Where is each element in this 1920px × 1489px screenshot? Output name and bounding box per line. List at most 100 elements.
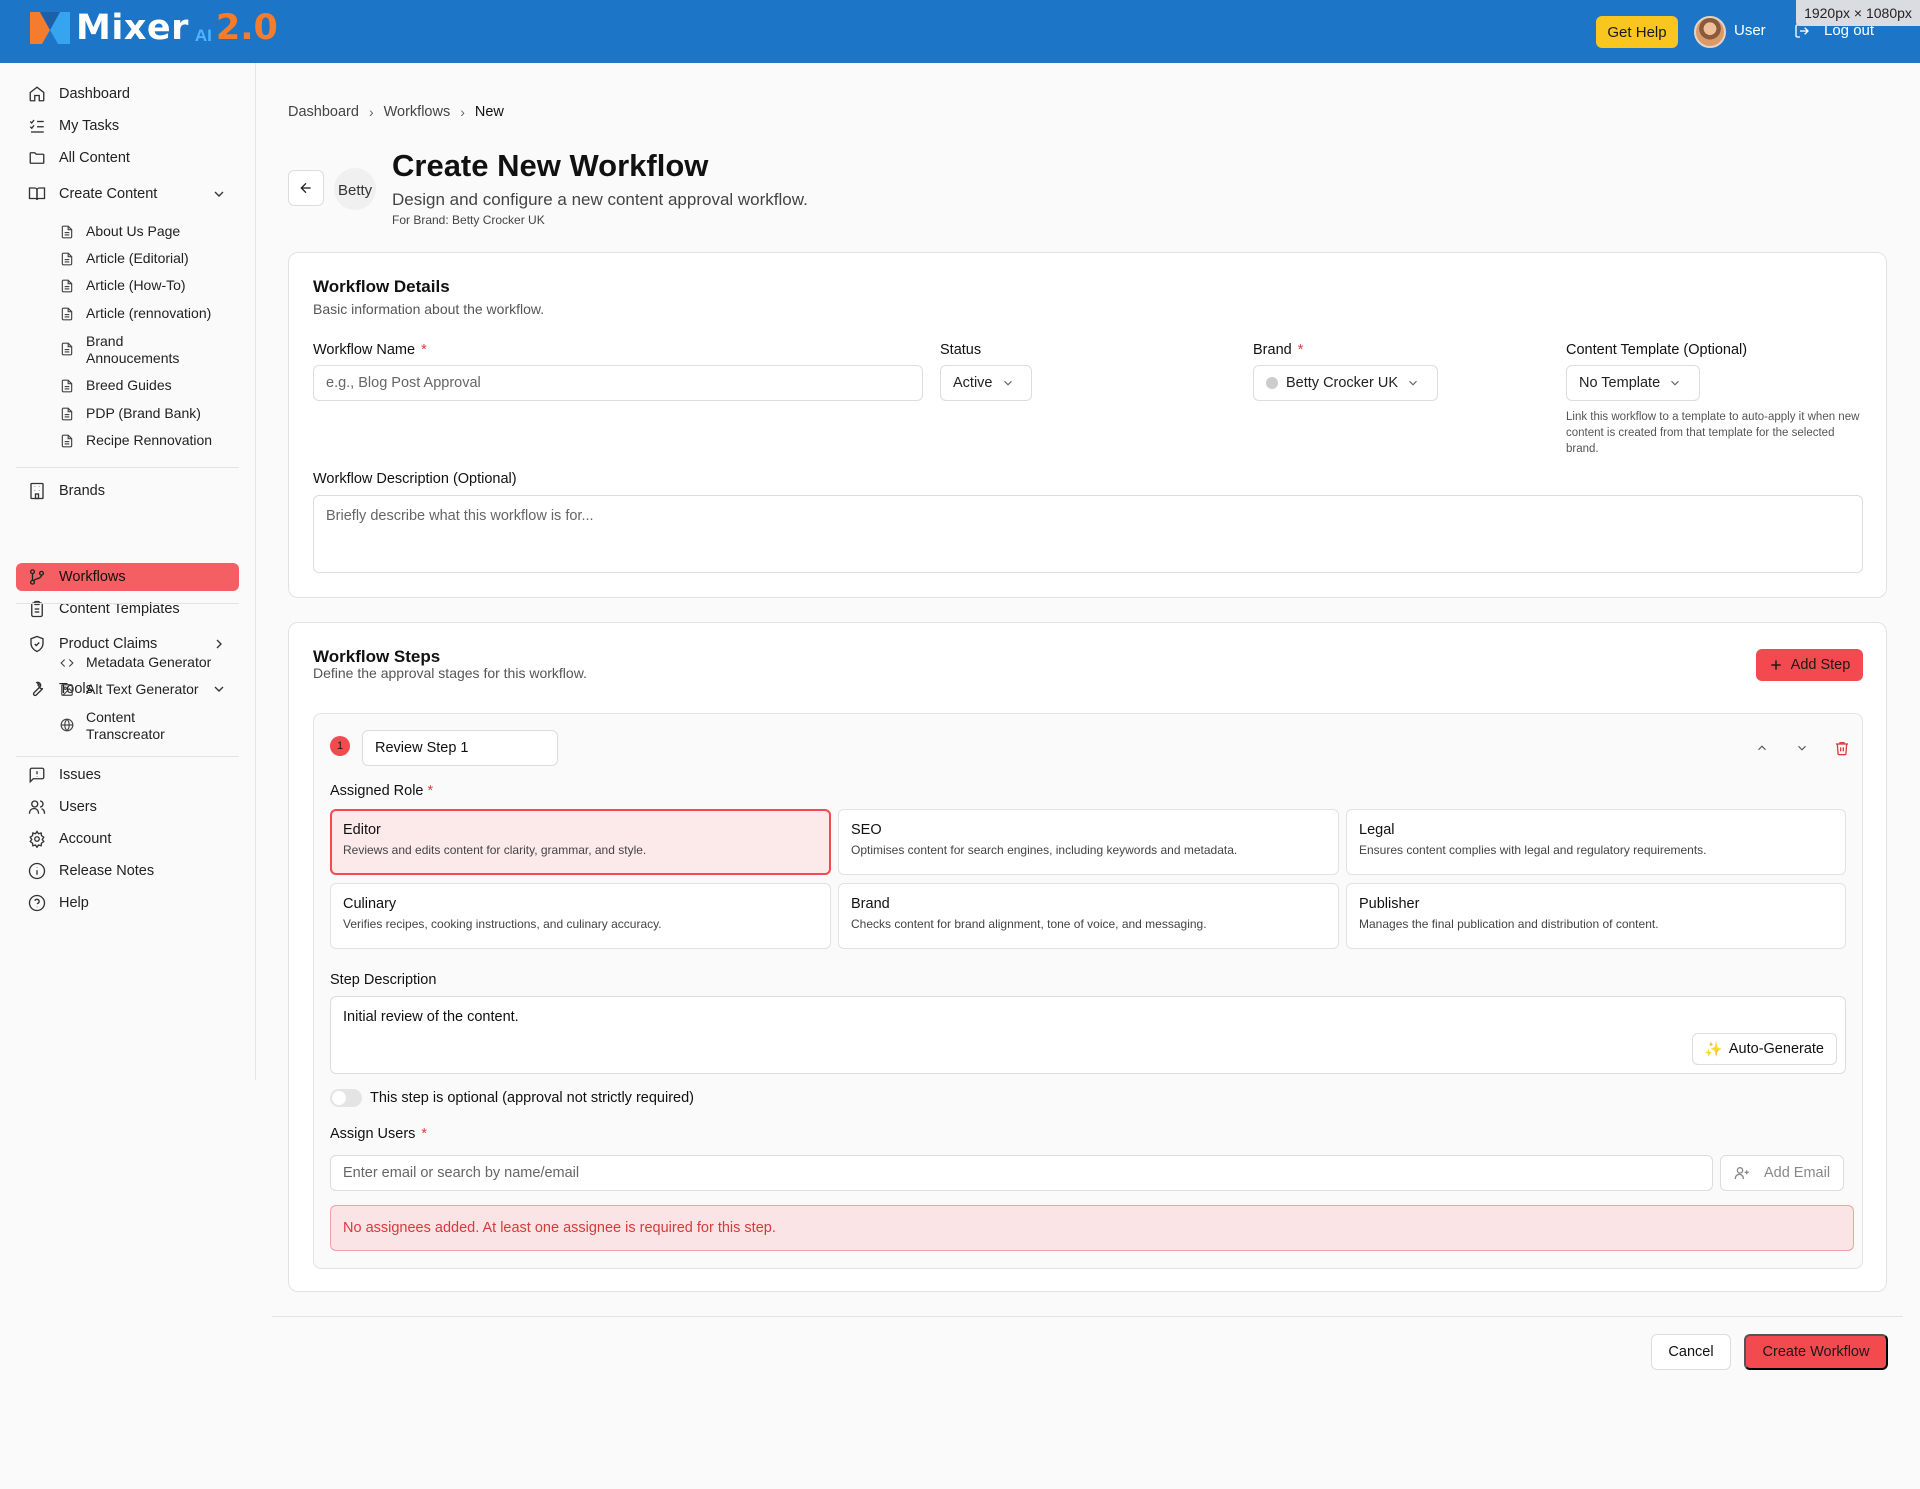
status-label: Status xyxy=(940,342,982,358)
sidebar-item-help[interactable]: Help xyxy=(16,889,239,917)
auto-generate-label: Auto-Generate xyxy=(1728,1041,1824,1057)
add-email-label: Add Email xyxy=(1763,1165,1831,1181)
logo-text: Mixer xyxy=(76,8,189,48)
back-button[interactable] xyxy=(288,170,324,206)
get-help-button[interactable]: Get Help xyxy=(1596,16,1678,48)
sub-item-metadata-generator[interactable]: Metadata Generator xyxy=(60,654,240,671)
assign-users-input[interactable]: Enter email or search by name/email xyxy=(330,1155,1713,1191)
workflow-step: 1 Review Step 1 Assigned Role * Editor Re… xyxy=(313,713,1863,1269)
sidebar-item-label: Workflows xyxy=(59,569,126,585)
sub-item-article-how-to[interactable]: Article (How-To) xyxy=(60,277,240,294)
document-icon xyxy=(61,379,73,393)
brand-label: Brand * xyxy=(1253,342,1304,358)
step-description-textarea[interactable]: Initial review of the content. ✨ Auto-Ge… xyxy=(330,996,1846,1074)
breadcrumb-dashboard[interactable]: Dashboard xyxy=(288,104,359,120)
sidebar-item-account[interactable]: Account xyxy=(16,825,239,853)
home-icon xyxy=(29,86,45,102)
role-option-publisher[interactable]: Publisher Manages the final publication … xyxy=(1346,883,1846,949)
step-description-label: Step Description xyxy=(330,972,437,988)
sidebar-item-my-tasks[interactable]: My Tasks xyxy=(16,112,239,140)
footer-divider xyxy=(272,1316,1903,1317)
workflow-description-textarea[interactable]: Briefly describe what this workflow is f… xyxy=(313,495,1863,573)
sidebar-item-label: All Content xyxy=(59,150,130,166)
role-description: Reviews and edits content for clarity, g… xyxy=(343,843,647,857)
sub-item-alt-text-generator[interactable]: Alt Text Generator xyxy=(60,681,240,698)
sub-item-recipe-rennovation[interactable]: Recipe Rennovation xyxy=(60,432,240,449)
users-icon xyxy=(28,800,46,814)
auto-generate-button[interactable]: ✨ Auto-Generate xyxy=(1691,1033,1837,1065)
move-up-button[interactable] xyxy=(1750,736,1774,760)
role-option-legal[interactable]: Legal Ensures content complies with lega… xyxy=(1346,809,1846,875)
assign-users-label: Assign Users * xyxy=(330,1126,428,1142)
sidebar-item-label: Account xyxy=(59,831,112,847)
cancel-button[interactable]: Cancel xyxy=(1651,1334,1731,1370)
role-option-brand[interactable]: Brand Checks content for brand alignment… xyxy=(838,883,1339,949)
app-logo[interactable]: Mixer AI 2.0 xyxy=(28,8,278,48)
role-description: Checks content for brand alignment, tone… xyxy=(851,917,1207,931)
sub-item-label: Breed Guides xyxy=(86,377,172,393)
sidebar-item-label: Dashboard xyxy=(59,86,130,102)
sidebar-item-label: Brands xyxy=(59,483,105,499)
add-step-button[interactable]: Add Step xyxy=(1756,649,1863,681)
sub-item-article-editorial[interactable]: Article (Editorial) xyxy=(60,250,240,267)
document-icon xyxy=(61,342,73,356)
chevron-right-icon: › xyxy=(460,104,465,120)
delete-step-button[interactable] xyxy=(1830,736,1854,760)
document-icon xyxy=(61,434,73,448)
template-label: Content Template (Optional) xyxy=(1566,342,1748,358)
sub-item-article-rennovation[interactable]: Article (rennovation) xyxy=(60,305,240,322)
workflow-name-input[interactable]: e.g., Blog Post Approval xyxy=(313,365,923,401)
sidebar-item-brands[interactable]: Brands xyxy=(16,477,239,505)
sidebar: Dashboard My Tasks All Content Create Co… xyxy=(0,63,256,1080)
add-email-button[interactable]: Add Email xyxy=(1720,1155,1844,1191)
sub-item-content-transcreator[interactable]: Content Transcreator xyxy=(60,709,190,743)
logo-ai-text: AI xyxy=(194,26,212,45)
sidebar-item-all-content[interactable]: All Content xyxy=(16,144,239,172)
move-down-button[interactable] xyxy=(1790,736,1814,760)
sidebar-item-users[interactable]: Users xyxy=(16,793,239,821)
sub-item-about-us[interactable]: About Us Page xyxy=(60,223,240,240)
step-name-input[interactable]: Review Step 1 xyxy=(362,730,558,766)
book-open-icon xyxy=(28,187,46,201)
role-name: Culinary xyxy=(343,896,397,912)
brand-select[interactable]: Betty Crocker UK xyxy=(1253,365,1438,401)
step-description-value: Initial review of the content. xyxy=(343,1009,519,1025)
sub-item-pdp-brand-bank[interactable]: PDP (Brand Bank) xyxy=(60,405,240,422)
chevron-down-icon xyxy=(214,191,224,197)
sidebar-item-label: Release Notes xyxy=(59,863,155,879)
sidebar-item-create-content[interactable]: Create Content xyxy=(16,180,239,208)
sidebar-divider xyxy=(16,467,239,468)
sidebar-item-release-notes[interactable]: Release Notes xyxy=(16,857,239,885)
create-workflow-button[interactable]: Create Workflow xyxy=(1744,1334,1888,1370)
sub-item-label: PDP (Brand Bank) xyxy=(86,405,201,421)
sub-item-brand-annoucements[interactable]: Brand Annoucements xyxy=(60,333,210,367)
sub-item-label: Brand Annoucements xyxy=(86,333,180,366)
status-select[interactable]: Active xyxy=(940,365,1032,401)
logo-version: 2.0 xyxy=(215,8,278,48)
breadcrumb-current: New xyxy=(474,104,504,120)
sub-item-label: Article (rennovation) xyxy=(86,305,212,321)
card-title: Workflow Details xyxy=(313,277,450,296)
role-name: Publisher xyxy=(1359,896,1420,912)
template-value: No Template xyxy=(1579,375,1661,391)
sidebar-divider xyxy=(16,603,239,604)
sidebar-item-workflows[interactable]: Workflows xyxy=(16,563,239,591)
user-avatar[interactable] xyxy=(1694,16,1726,48)
breadcrumb-workflows[interactable]: Workflows xyxy=(384,104,451,120)
sidebar-item-content-templates[interactable]: Content Templates xyxy=(16,595,239,623)
sub-item-label: Alt Text Generator xyxy=(86,681,199,697)
chevron-down-icon xyxy=(1409,380,1417,386)
wrench-icon xyxy=(32,681,44,697)
role-option-seo[interactable]: SEO Optimises content for search engines… xyxy=(838,809,1339,875)
template-select[interactable]: No Template xyxy=(1566,365,1700,401)
sidebar-item-issues[interactable]: Issues xyxy=(16,761,239,789)
optional-step-toggle[interactable] xyxy=(330,1089,362,1107)
sub-item-label: Metadata Generator xyxy=(86,654,212,670)
sub-item-breed-guides[interactable]: Breed Guides xyxy=(60,377,240,394)
sidebar-item-dashboard[interactable]: Dashboard xyxy=(16,80,239,108)
sidebar-divider xyxy=(16,756,239,757)
role-option-culinary[interactable]: Culinary Verifies recipes, cooking instr… xyxy=(330,883,831,949)
chevron-down-icon xyxy=(1798,745,1806,751)
role-option-editor[interactable]: Editor Reviews and edits content for cla… xyxy=(330,809,831,875)
user-name[interactable]: User xyxy=(1734,22,1766,39)
